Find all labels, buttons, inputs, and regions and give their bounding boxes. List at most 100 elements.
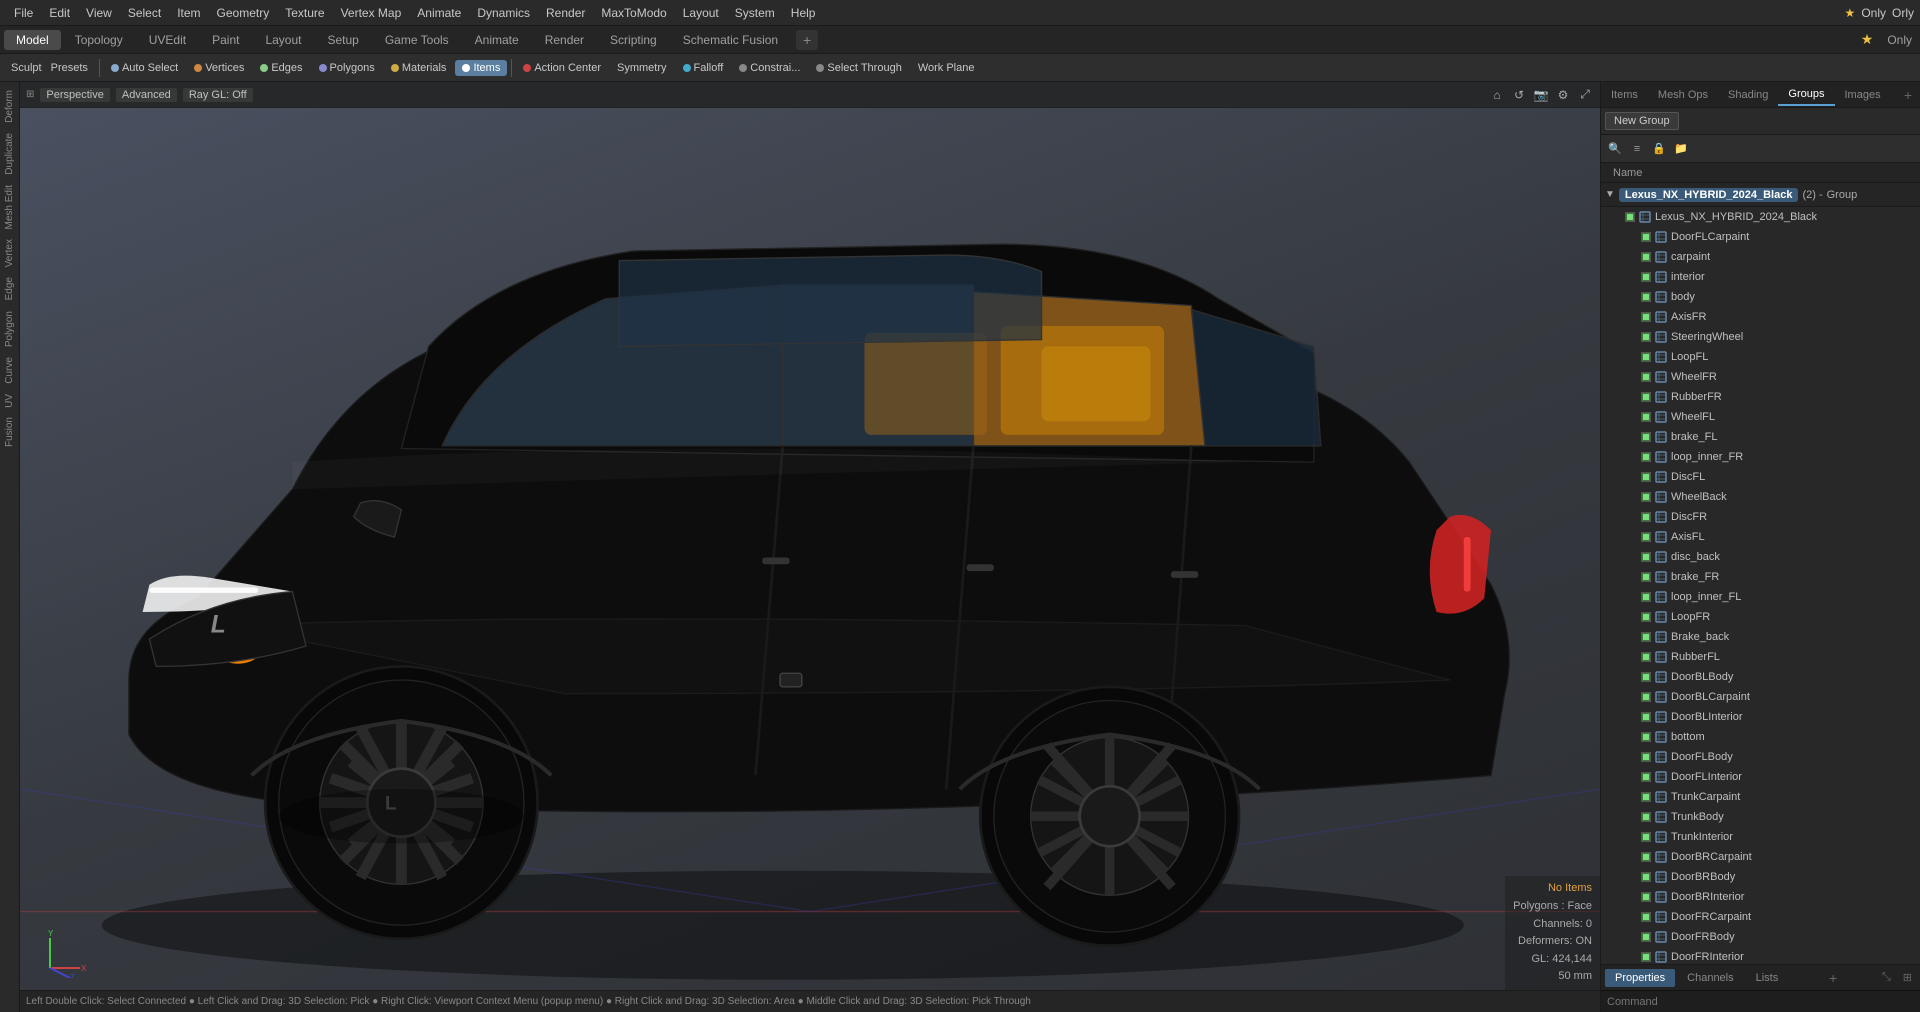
item-visibility-toggle[interactable] bbox=[1641, 272, 1651, 282]
list-item[interactable]: DoorBRCarpaint bbox=[1601, 847, 1920, 867]
tab-layout[interactable]: Layout bbox=[253, 30, 313, 50]
tab-images[interactable]: Images bbox=[1835, 85, 1891, 105]
select-through-button[interactable]: Select Through bbox=[809, 60, 908, 76]
symmetry-button[interactable]: Symmetry bbox=[610, 60, 674, 76]
item-visibility-toggle[interactable] bbox=[1641, 252, 1651, 262]
tab-paint[interactable]: Paint bbox=[200, 30, 251, 50]
menu-file[interactable]: File bbox=[6, 4, 41, 22]
tab-game-tools[interactable]: Game Tools bbox=[373, 30, 461, 50]
list-item[interactable]: DoorBRBody bbox=[1601, 867, 1920, 887]
item-visibility-toggle[interactable] bbox=[1641, 632, 1651, 642]
menu-layout[interactable]: Layout bbox=[675, 4, 727, 22]
list-item[interactable]: loop_inner_FL bbox=[1601, 587, 1920, 607]
item-visibility-toggle[interactable] bbox=[1641, 432, 1651, 442]
sidebar-item-mesh-edit[interactable]: Mesh Edit bbox=[2, 181, 17, 233]
list-item[interactable]: LoopFR bbox=[1601, 607, 1920, 627]
item-visibility-toggle[interactable] bbox=[1641, 452, 1651, 462]
item-visibility-toggle[interactable] bbox=[1641, 832, 1651, 842]
add-bottom-tab[interactable]: + bbox=[1825, 970, 1841, 986]
menu-help[interactable]: Help bbox=[783, 4, 824, 22]
item-visibility-toggle[interactable] bbox=[1641, 712, 1651, 722]
item-visibility-toggle[interactable] bbox=[1641, 652, 1651, 662]
add-panel-tab[interactable]: + bbox=[1896, 87, 1920, 103]
menu-animate[interactable]: Animate bbox=[409, 4, 469, 22]
auto-select-button[interactable]: Auto Select bbox=[104, 60, 185, 76]
list-item[interactable]: DoorFLBody bbox=[1601, 747, 1920, 767]
grid-icon[interactable]: ⊞ bbox=[1899, 969, 1916, 986]
list-item[interactable]: carpaint bbox=[1601, 247, 1920, 267]
item-visibility-toggle[interactable] bbox=[1641, 812, 1651, 822]
list-item[interactable]: DoorFRInterior bbox=[1601, 947, 1920, 964]
sidebar-item-curve[interactable]: Curve bbox=[2, 353, 17, 388]
tab-render[interactable]: Render bbox=[533, 30, 596, 50]
lists-tab[interactable]: Lists bbox=[1746, 969, 1789, 987]
item-visibility-toggle[interactable] bbox=[1641, 232, 1651, 242]
viewport-icon-camera[interactable]: 📷 bbox=[1532, 86, 1550, 104]
item-visibility-toggle[interactable] bbox=[1641, 492, 1651, 502]
add-tab-button[interactable]: + bbox=[796, 30, 818, 50]
item-visibility-toggle[interactable] bbox=[1641, 412, 1651, 422]
list-item[interactable]: DoorFRCarpaint bbox=[1601, 907, 1920, 927]
group-expand-icon[interactable]: ▼ bbox=[1605, 189, 1615, 200]
list-item[interactable]: DiscFL bbox=[1601, 467, 1920, 487]
tab-setup[interactable]: Setup bbox=[315, 30, 370, 50]
list-item[interactable]: TrunkCarpaint bbox=[1601, 787, 1920, 807]
list-item[interactable]: TrunkBody bbox=[1601, 807, 1920, 827]
tab-topology[interactable]: Topology bbox=[63, 30, 135, 50]
list-item[interactable]: Brake_back bbox=[1601, 627, 1920, 647]
item-visibility-toggle[interactable] bbox=[1641, 732, 1651, 742]
sidebar-item-vertex[interactable]: Vertex bbox=[2, 235, 17, 271]
item-visibility-toggle[interactable] bbox=[1641, 352, 1651, 362]
ray-gl-button[interactable]: Ray GL: Off bbox=[183, 88, 253, 102]
item-visibility-toggle[interactable] bbox=[1641, 612, 1651, 622]
item-visibility-toggle[interactable] bbox=[1641, 772, 1651, 782]
list-item[interactable]: DoorFRBody bbox=[1601, 927, 1920, 947]
list-btn[interactable]: ≡ bbox=[1627, 139, 1647, 159]
sculpt-presets-button[interactable]: Sculpt Presets bbox=[4, 60, 95, 76]
expand-icon[interactable]: ⊞ bbox=[26, 89, 34, 100]
tab-mesh-ops[interactable]: Mesh Ops bbox=[1648, 85, 1718, 105]
properties-tab[interactable]: Properties bbox=[1605, 969, 1675, 987]
scene-list[interactable]: Lexus_NX_HYBRID_2024_BlackDoorFLCarpaint… bbox=[1601, 207, 1920, 964]
list-item[interactable]: WheelFR bbox=[1601, 367, 1920, 387]
item-visibility-toggle[interactable] bbox=[1641, 912, 1651, 922]
item-visibility-toggle[interactable] bbox=[1641, 752, 1651, 762]
menu-texture[interactable]: Texture bbox=[277, 4, 332, 22]
menu-geometry[interactable]: Geometry bbox=[209, 4, 278, 22]
search-btn[interactable]: 🔍 bbox=[1605, 139, 1625, 159]
list-item[interactable]: RubberFL bbox=[1601, 647, 1920, 667]
list-item[interactable]: SteeringWheel bbox=[1601, 327, 1920, 347]
menu-system[interactable]: System bbox=[727, 4, 783, 22]
item-visibility-toggle[interactable] bbox=[1625, 212, 1635, 222]
list-item[interactable]: DoorBLBody bbox=[1601, 667, 1920, 687]
item-visibility-toggle[interactable] bbox=[1641, 572, 1651, 582]
folder-btn[interactable]: 📁 bbox=[1671, 139, 1691, 159]
item-visibility-toggle[interactable] bbox=[1641, 692, 1651, 702]
item-visibility-toggle[interactable] bbox=[1641, 292, 1651, 302]
item-visibility-toggle[interactable] bbox=[1641, 872, 1651, 882]
tab-scripting[interactable]: Scripting bbox=[598, 30, 669, 50]
item-visibility-toggle[interactable] bbox=[1641, 592, 1651, 602]
list-item[interactable]: WheelBack bbox=[1601, 487, 1920, 507]
tab-groups[interactable]: Groups bbox=[1778, 84, 1834, 106]
falloff-button[interactable]: Falloff bbox=[676, 60, 731, 76]
polygons-button[interactable]: Polygons bbox=[312, 60, 382, 76]
work-plane-button[interactable]: Work Plane bbox=[911, 60, 982, 76]
vertices-button[interactable]: Vertices bbox=[187, 60, 251, 76]
list-item[interactable]: loop_inner_FR bbox=[1601, 447, 1920, 467]
list-item[interactable]: AxisFL bbox=[1601, 527, 1920, 547]
list-item[interactable]: DoorFLInterior bbox=[1601, 767, 1920, 787]
item-visibility-toggle[interactable] bbox=[1641, 392, 1651, 402]
command-input[interactable] bbox=[1607, 996, 1914, 1008]
item-visibility-toggle[interactable] bbox=[1641, 892, 1651, 902]
viewport-icon-settings[interactable]: ⚙ bbox=[1554, 86, 1572, 104]
list-item[interactable]: RubberFR bbox=[1601, 387, 1920, 407]
menu-render[interactable]: Render bbox=[538, 4, 593, 22]
new-group-button[interactable]: New Group bbox=[1605, 112, 1679, 130]
menu-select[interactable]: Select bbox=[120, 4, 169, 22]
items-button[interactable]: Items bbox=[455, 60, 507, 76]
list-item[interactable]: brake_FR bbox=[1601, 567, 1920, 587]
sidebar-item-polygon[interactable]: Polygon bbox=[2, 307, 17, 351]
item-visibility-toggle[interactable] bbox=[1641, 312, 1651, 322]
list-item[interactable]: DoorBLCarpaint bbox=[1601, 687, 1920, 707]
